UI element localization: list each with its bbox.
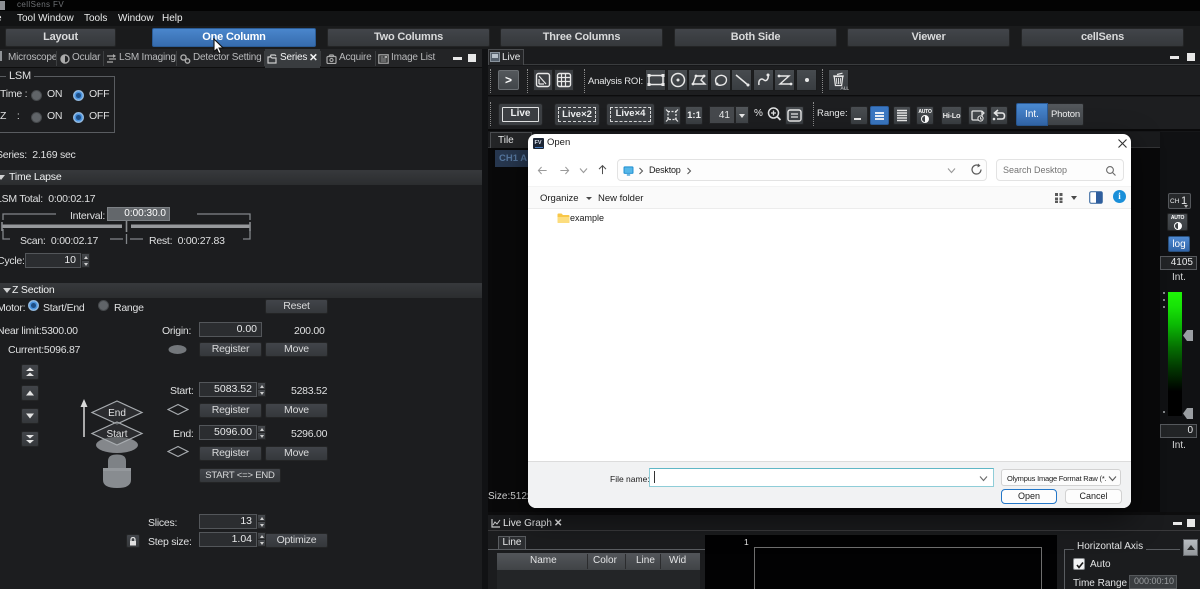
svg-text:Start: Start	[106, 429, 127, 440]
svg-text:End: End	[108, 408, 126, 419]
svg-text:ALL: ALL	[841, 86, 850, 92]
